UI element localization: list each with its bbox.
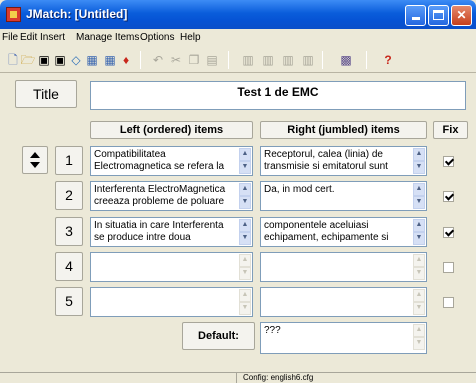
row-number[interactable]: 2 (55, 181, 83, 210)
toolbar-separator (366, 51, 367, 69)
left-items-header: Left (ordered) items (90, 121, 253, 139)
fix-checkbox[interactable] (443, 262, 454, 273)
left-item-input[interactable]: ▲ ▼ (90, 287, 253, 317)
right-item-input[interactable]: Da, in mod cert. ▲ ▼ (260, 181, 427, 211)
title-input[interactable]: Test 1 de EMC (90, 81, 466, 110)
row-number[interactable]: 1 (55, 146, 83, 175)
close-button[interactable]: ✕ (451, 5, 472, 26)
undo-icon[interactable]: ↶ (150, 52, 166, 68)
right-item-input[interactable]: componentele aceluiasi echipament, echip… (260, 217, 427, 247)
title-button[interactable]: Title (15, 80, 77, 108)
new-file-icon[interactable]: 🗋 (5, 52, 21, 68)
right-item-input[interactable]: ▲ ▼ (260, 252, 427, 282)
main-area: Title Test 1 de EMC Left (ordered) items… (0, 74, 476, 372)
cell-scrollbar[interactable]: ▲ ▼ (413, 289, 425, 315)
right-items-header: Right (jumbled) items (260, 121, 427, 139)
default-text: ??? (264, 325, 281, 336)
move-up-icon[interactable] (30, 152, 40, 158)
toolbar-separator (322, 51, 323, 69)
status-bar: Config: english6.cfg (0, 372, 476, 383)
title-bar: JMatch: [Untitled] ✕ (0, 0, 476, 29)
cell-scrollbar[interactable]: ▲ ▼ (239, 183, 251, 209)
maximize-button[interactable] (428, 5, 449, 26)
cell-scrollbar[interactable]: ▲ ▼ (413, 219, 425, 245)
menu-manage-items[interactable]: Manage Items (76, 32, 139, 43)
row-number[interactable]: 4 (55, 252, 83, 281)
save-icon[interactable]: ▣ (36, 52, 52, 68)
window-title: JMatch: [Untitled] (26, 7, 128, 21)
cell-scrollbar[interactable]: ▲ ▼ (239, 289, 251, 315)
default-input[interactable]: ??? ▲ ▼ (260, 322, 427, 354)
menu-file[interactable]: File (2, 32, 18, 43)
paste-icon[interactable]: ▤ (204, 52, 220, 68)
default-button[interactable]: Default: (182, 322, 255, 350)
fix-checkbox[interactable] (443, 227, 454, 238)
left-item-text: Interferenta ElectroMagnetica creeaza pr… (94, 184, 226, 207)
tag-icon[interactable]: ◇ (68, 52, 84, 68)
cut-icon[interactable]: ✂ (168, 52, 184, 68)
right-item-input[interactable]: ▲ ▼ (260, 287, 427, 317)
toolbar-separator (140, 51, 141, 69)
row-number[interactable]: 3 (55, 217, 83, 246)
right-item-input[interactable]: Receptorul, calea (linia) de transmisie … (260, 146, 427, 176)
menu-help[interactable]: Help (180, 32, 201, 43)
cell-scrollbar[interactable]: ▲ ▼ (413, 254, 425, 280)
save-as-icon[interactable]: ▣ (52, 52, 68, 68)
tool3-icon[interactable]: ▥ (280, 52, 296, 68)
app-icon[interactable] (6, 7, 21, 22)
help-icon[interactable]: ? (380, 52, 396, 68)
right-item-text: componentele aceluiasi echipament, echip… (264, 220, 389, 243)
menu-edit[interactable]: Edit (20, 32, 37, 43)
left-item-input[interactable]: In situatia in care Interferenta se prod… (90, 217, 253, 247)
cell-scrollbar[interactable]: ▲ ▼ (413, 324, 425, 352)
toolbar: 🗋 🗁 ▣ ▣ ◇ ▦ ▦ ♦ ↶ ✂ ❐ ▤ ▥ ▥ ▥ ▥ ▩ ? (0, 47, 476, 73)
cell-scrollbar[interactable]: ▲ ▼ (413, 148, 425, 174)
cell-scrollbar[interactable]: ▲ ▼ (239, 254, 251, 280)
left-item-input[interactable]: ▲ ▼ (90, 252, 253, 282)
fix-checkbox[interactable] (443, 297, 454, 308)
copy-icon[interactable]: ❐ (186, 52, 202, 68)
tool4-icon[interactable]: ▥ (300, 52, 316, 68)
cell-scrollbar[interactable]: ▲ ▼ (413, 183, 425, 209)
fix-checkbox[interactable] (443, 191, 454, 202)
status-config: Config: english6.cfg (243, 373, 314, 382)
row-number[interactable]: 5 (55, 287, 83, 316)
compile-html2-icon[interactable]: ▦ (102, 52, 118, 68)
move-row-buttons[interactable] (22, 146, 48, 174)
status-divider (236, 373, 237, 383)
menu-bar: File Edit Insert Manage Items Options He… (0, 29, 476, 47)
screen-icon[interactable]: ▩ (338, 52, 354, 68)
right-item-text: Da, in mod cert. (264, 184, 335, 195)
cell-scrollbar[interactable]: ▲ ▼ (239, 148, 251, 174)
menu-options[interactable]: Options (140, 32, 174, 43)
left-item-text: In situatia in care Interferenta se prod… (94, 220, 224, 243)
left-item-input[interactable]: Compatibilitatea Electromagnetica se ref… (90, 146, 253, 176)
fix-header: Fix (433, 121, 468, 139)
move-down-icon[interactable] (30, 162, 40, 168)
toolbar-separator (228, 51, 229, 69)
right-item-text: Receptorul, calea (linia) de transmisie … (264, 149, 388, 172)
cell-scrollbar[interactable]: ▲ ▼ (239, 219, 251, 245)
open-folder-icon[interactable]: 🗁 (20, 52, 36, 68)
fix-checkbox[interactable] (443, 156, 454, 167)
left-item-text: Compatibilitatea Electromagnetica se ref… (94, 149, 225, 172)
tool2-icon[interactable]: ▥ (260, 52, 276, 68)
compile-html-icon[interactable]: ▦ (84, 52, 100, 68)
tool1-icon[interactable]: ▥ (240, 52, 256, 68)
marker-icon[interactable]: ♦ (118, 52, 134, 68)
left-item-input[interactable]: Interferenta ElectroMagnetica creeaza pr… (90, 181, 253, 211)
minimize-button[interactable] (405, 5, 426, 26)
menu-insert[interactable]: Insert (40, 32, 65, 43)
